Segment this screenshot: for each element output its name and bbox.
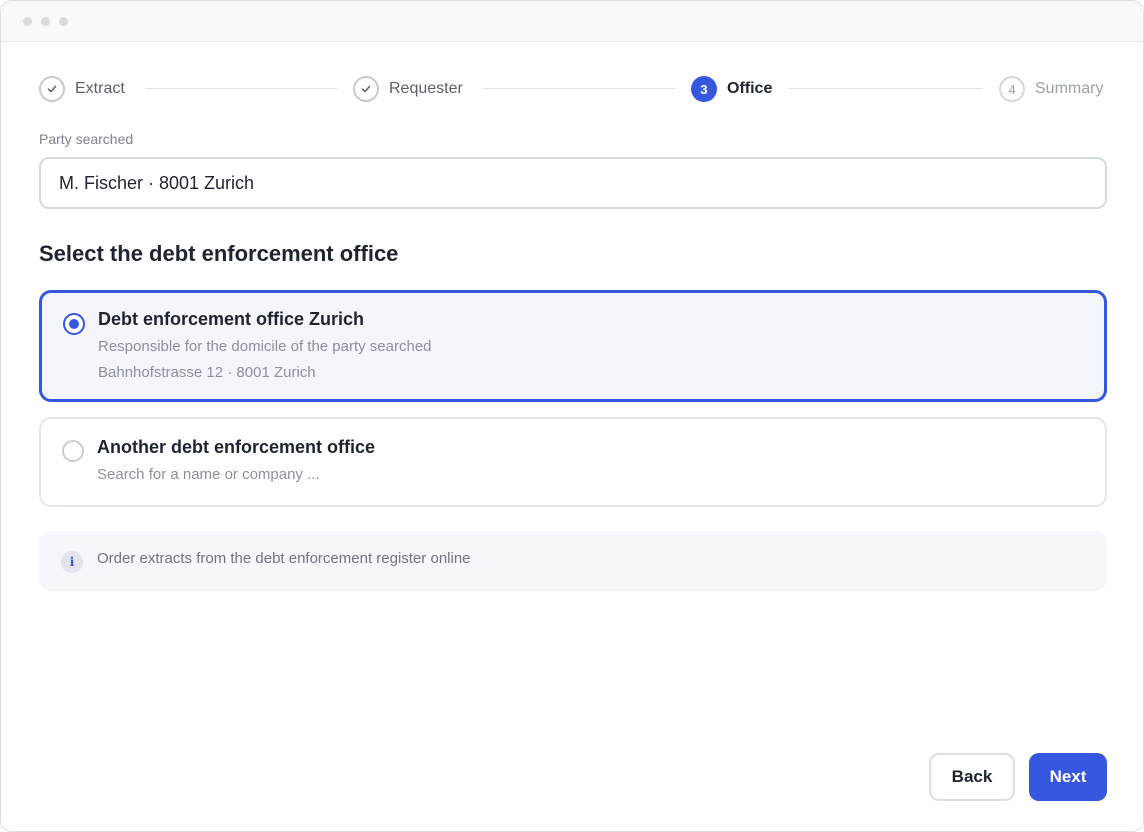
back-button[interactable]: Back [929,753,1015,801]
window-dot-icon[interactable] [23,17,32,26]
option-subtitle: Responsible for the domicile of the part… [98,338,432,355]
step-label: Summary [1035,80,1104,97]
app-window: Extract Requester 3 Office 4 Summary Par… [0,0,1144,832]
window-dot-icon[interactable] [41,17,50,26]
info-icon: i [61,551,83,573]
option-address: Bahnhofstrasse 12 · 8001 Zurich [98,364,316,381]
step-extract[interactable]: Extract [39,75,125,103]
check-icon [39,76,65,102]
option-subtitle: Search for a name or company ... [97,466,320,483]
title-bar [1,1,1143,42]
step-connector [483,88,675,89]
radio-button[interactable] [63,313,85,335]
step-summary[interactable]: 4 Summary [999,75,1103,103]
option-title: Another debt enforcement office [97,437,376,457]
step-connector [789,88,983,89]
party-searched-field[interactable]: M. Fischer · 8001 Zurich [39,157,1107,209]
step-connector [145,88,337,89]
next-button[interactable]: Next [1029,753,1107,801]
office-option-other[interactable]: Another debt enforcement office Search f… [39,417,1107,507]
step-label: Extract [75,80,125,97]
step-number-badge: 3 [691,76,717,102]
step-number-badge: 4 [999,76,1025,102]
radio-button[interactable] [62,440,84,462]
info-text: Order extracts from the debt enforcement… [97,550,471,567]
option-title: Debt enforcement office Zurich [98,309,365,329]
party-searched-label: Party searched [39,131,134,147]
step-requester[interactable]: Requester [353,75,463,103]
step-office[interactable]: 3 Office [691,75,772,103]
check-icon [353,76,379,102]
step-label: Requester [389,80,463,97]
office-option-zurich[interactable]: Debt enforcement office Zurich Responsib… [39,290,1107,402]
step-label: Office [727,80,773,97]
info-banner: i Order extracts from the debt enforceme… [39,531,1107,591]
window-dot-icon[interactable] [59,17,68,26]
section-title: Select the debt enforcement office [39,241,399,266]
progress-stepper: Extract Requester 3 Office 4 Summary [39,75,1107,103]
